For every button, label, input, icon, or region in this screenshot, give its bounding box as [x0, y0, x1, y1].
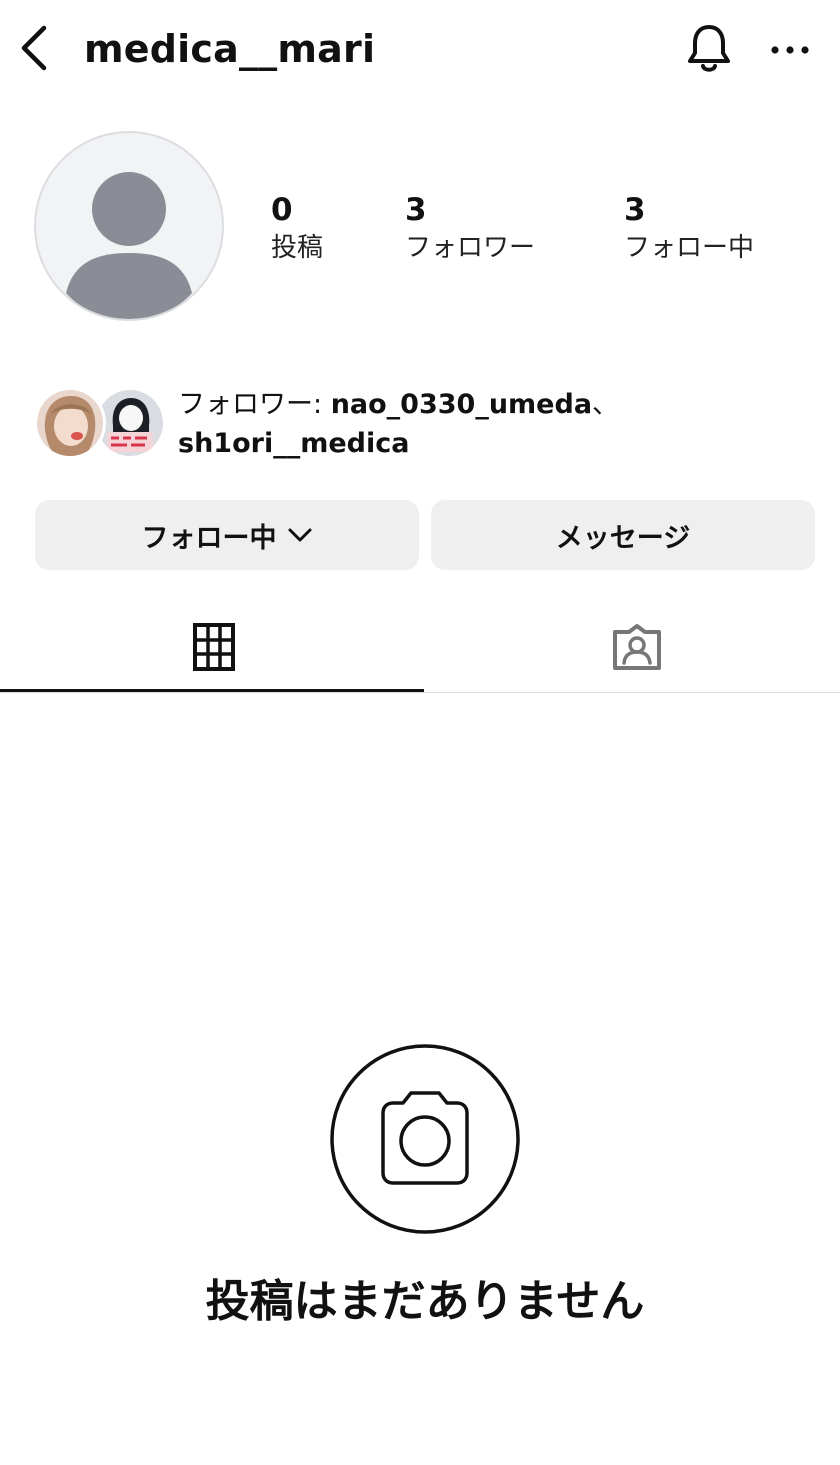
- following-button-label: フォロー中: [141, 522, 277, 554]
- message-button[interactable]: メッセージ: [431, 500, 815, 570]
- mutual-prefix: フォロワー:: [178, 389, 331, 420]
- followers-count-label: フォロワー: [405, 233, 536, 263]
- mutual-avatar-1: [34, 387, 106, 459]
- bell-icon: [688, 25, 730, 72]
- back-button[interactable]: [14, 24, 54, 72]
- following-count-value: 3: [624, 192, 646, 228]
- following-count[interactable]: 3 フォロー中: [624, 190, 754, 266]
- mutual-follower-1[interactable]: nao_0330_umeda: [331, 389, 592, 420]
- mutual-separator: 、: [592, 389, 620, 420]
- mutual-followers-text: フォロワー: nao_0330_umeda、 sh1ori__medica: [178, 385, 619, 463]
- followers-count-value: 3: [405, 192, 427, 228]
- more-options-button[interactable]: [766, 30, 814, 70]
- default-avatar-icon: [66, 172, 192, 319]
- followers-count[interactable]: 3 フォロワー: [405, 190, 535, 266]
- message-button-label: メッセージ: [555, 522, 691, 554]
- more-horizontal-icon: [771, 46, 809, 54]
- posts-count-label: 投稿: [271, 233, 324, 263]
- top-bar: medica__mari: [0, 0, 840, 100]
- active-tab-indicator: [0, 689, 424, 692]
- profile-username: medica__mari: [84, 27, 376, 71]
- mutual-follower-2[interactable]: sh1ori__medica: [178, 428, 409, 459]
- following-count-label: フォロー中: [624, 233, 755, 263]
- tab-tagged[interactable]: [420, 600, 840, 693]
- grid-icon: [193, 622, 235, 671]
- empty-posts-camera: [329, 1043, 521, 1235]
- posts-count-value: 0: [271, 192, 293, 228]
- tab-posts-grid[interactable]: [0, 600, 420, 693]
- posts-count[interactable]: 0 投稿: [271, 190, 323, 266]
- profile-avatar[interactable]: [34, 131, 224, 321]
- empty-posts-message: 投稿はまだありません: [205, 1276, 645, 1327]
- mutual-followers[interactable]: フォロワー: nao_0330_umeda、 sh1ori__medica: [34, 385, 814, 465]
- following-button[interactable]: フォロー中: [35, 500, 419, 570]
- notifications-button[interactable]: [684, 22, 734, 76]
- chevron-left-icon: [21, 25, 47, 71]
- profile-tabs: [0, 600, 840, 693]
- camera-icon: [330, 1044, 520, 1234]
- tagged-icon: [613, 623, 661, 670]
- chevron-down-icon: [288, 528, 311, 542]
